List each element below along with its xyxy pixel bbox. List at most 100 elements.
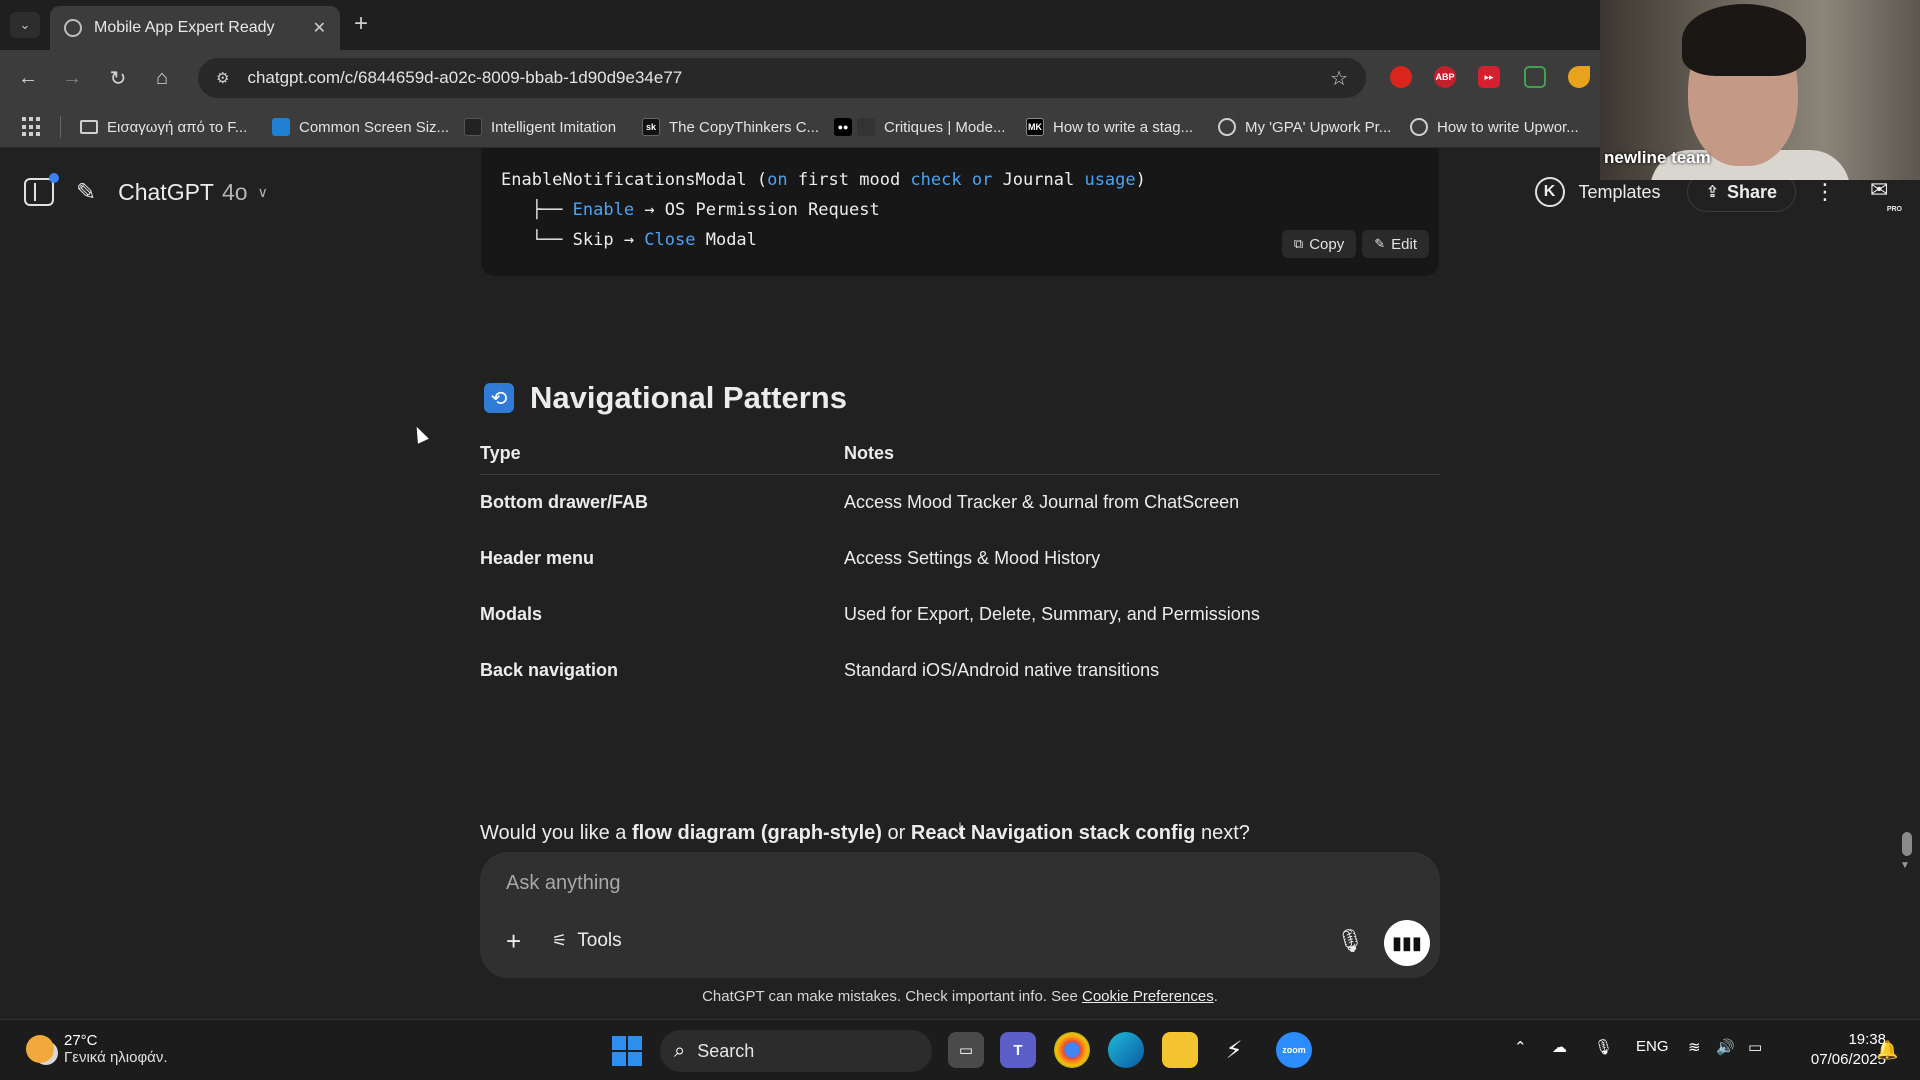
more-options-icon[interactable]: ⋮ (1814, 179, 1836, 205)
mk-icon: MK (1026, 118, 1044, 136)
edit-code-button[interactable]: ✎ Edit (1362, 230, 1429, 258)
weather-condition: Γενικά ηλιοφάν. (64, 1049, 168, 1066)
screenshot-extension-icon[interactable] (1524, 66, 1546, 88)
chrome-icon[interactable] (1054, 1032, 1090, 1068)
table-cell: Header menu (480, 547, 595, 568)
edit-label: Edit (1391, 235, 1417, 253)
mouse-cursor-icon (411, 424, 429, 444)
tools-label: Tools (577, 930, 622, 951)
scrollbar[interactable] (1902, 832, 1912, 856)
sidebar-toggle-icon[interactable] (24, 173, 59, 206)
bookmark-item[interactable]: How to write Upwor... (1410, 116, 1579, 138)
system-clock[interactable]: 19:38 07/06/2025 (1786, 1030, 1886, 1070)
copy-icon: ⧉ (1293, 236, 1304, 251)
bookmark-label: Critiques | Mode... (884, 118, 1006, 136)
pencil-icon: ✎ (1374, 236, 1386, 251)
assistant-followup-text: Would you like a flow diagram (graph-sty… (480, 822, 1250, 844)
task-view-icon[interactable]: ▭ (948, 1032, 984, 1068)
copy-code-button[interactable]: ⧉ Copy (1281, 230, 1357, 258)
mail-pro-icon[interactable]: ✉ PRO (1870, 177, 1902, 213)
reload-icon[interactable]: ↻ (104, 64, 132, 92)
table-row: Back navigation Standard iOS/Android nat… (480, 642, 1440, 698)
site-info-icon[interactable]: ⚙ (216, 69, 229, 87)
language-indicator[interactable]: ENG (1636, 1038, 1669, 1055)
tools-button[interactable]: ⚟ Tools (552, 930, 622, 952)
table-cell: Bottom drawer/FAB (480, 491, 649, 512)
lightning-app-icon[interactable]: ⚡ (1216, 1032, 1252, 1068)
bookmark-label: How to write a stag... (1053, 118, 1194, 136)
show-hidden-icons-icon[interactable]: ⌃ (1514, 1038, 1527, 1056)
back-arrow-icon[interactable]: ← (14, 64, 42, 92)
edge-icon[interactable] (1108, 1032, 1144, 1068)
microphone-tray-icon[interactable]: 🎙 (1594, 1038, 1613, 1056)
microphone-icon[interactable]: 🎙 (1336, 928, 1364, 954)
wifi-icon[interactable]: ≋ (1688, 1038, 1701, 1056)
scroll-to-bottom-arrow-icon[interactable]: ↓ (940, 808, 980, 848)
teams-icon[interactable]: T (1000, 1032, 1036, 1068)
windows-start-icon[interactable] (612, 1036, 642, 1066)
extension-video-icon[interactable]: ▸▸ (1478, 66, 1500, 88)
search-label: Search (697, 1040, 755, 1061)
model-selector[interactable]: ChatGPT 4o ∨ (118, 179, 268, 206)
zoom-icon[interactable]: zoom (1276, 1032, 1312, 1068)
chatgpt-page: EnableNotificationsModal (on first mood … (0, 148, 1920, 1019)
column-header: Type (480, 434, 844, 475)
cloud-sync-icon[interactable]: ☁ (1552, 1038, 1567, 1056)
new-chat-icon[interactable]: ✎ (76, 178, 96, 207)
bookmark-item[interactable]: My 'GPA' Upwork Pr... (1218, 116, 1391, 138)
bookmark-item[interactable]: Intelligent Imitation (464, 116, 616, 138)
navigation-patterns-table: Type Notes Bottom drawer/FAB Access Mood… (480, 434, 1440, 698)
bookmark-item[interactable]: sk The CopyThinkers C... (642, 116, 819, 138)
templates-button[interactable]: Templates (1579, 182, 1661, 203)
bookmark-label: My 'GPA' Upwork Pr... (1245, 118, 1392, 136)
site-icon (1410, 118, 1428, 136)
site-icon (1218, 118, 1236, 136)
apps-grid-icon[interactable] (22, 117, 42, 137)
bookmark-label: Εισαγωγή από το F... (107, 118, 248, 136)
cookie-preferences-link[interactable]: Cookie Preferences (1082, 988, 1214, 1005)
person-hair (1682, 4, 1806, 76)
address-bar[interactable]: ⚙ chatgpt.com/c/6844659d-a02c-8009-bbab-… (198, 58, 1366, 98)
taskbar-search[interactable]: ⌕ Search (660, 1030, 932, 1072)
folder-icon (80, 120, 98, 134)
bookmark-star-icon[interactable]: ☆ (1330, 66, 1348, 91)
bookmark-label: Common Screen Siz... (299, 118, 450, 136)
table-cell: Back navigation (480, 659, 619, 680)
k-extension-icon[interactable]: K (1534, 177, 1565, 207)
bookmark-item[interactable]: Εισαγωγή από το F... (80, 116, 247, 138)
scrollbar-down-arrow-icon[interactable]: ▼ (1900, 860, 1910, 871)
extension-red-icon[interactable] (1390, 66, 1412, 88)
notifications-icon[interactable]: 🔔 (1876, 1040, 1898, 1061)
share-label: Share (1726, 181, 1777, 202)
new-tab-button[interactable]: + (354, 12, 368, 36)
weather-widget[interactable]: 27°C Γενικά ηλιοφάν. (26, 1032, 168, 1066)
prompt-input[interactable] (506, 866, 1206, 900)
bookmark-label: The CopyThinkers C... (669, 118, 820, 136)
battery-icon[interactable]: ▭ (1748, 1038, 1762, 1056)
search-icon: ⌕ (674, 1039, 686, 1062)
date: 07/06/2025 (1810, 1051, 1886, 1068)
add-attachment-icon[interactable]: + (506, 928, 521, 954)
notification-dot (49, 173, 59, 183)
extension-orange-icon[interactable] (1568, 66, 1590, 88)
message-composer: + ⚟ Tools 🎙 ▮▮▮ (480, 852, 1440, 978)
table-row: Modals Used for Export, Delete, Summary,… (480, 586, 1440, 642)
tab-search-button[interactable]: ⌄ (10, 12, 40, 38)
voice-mode-icon[interactable]: ▮▮▮ (1384, 920, 1430, 966)
copy-label: Copy (1309, 235, 1345, 253)
forward-arrow-icon[interactable]: → (58, 64, 86, 92)
file-explorer-icon[interactable] (1162, 1032, 1198, 1068)
table-cell: Access Settings & Mood History (844, 547, 1101, 568)
browser-tab[interactable]: Mobile App Expert Ready ✕ (50, 6, 340, 50)
home-icon[interactable]: ⌂ (148, 64, 176, 92)
bookmark-item[interactable]: ●● Critiques | Mode... (834, 116, 1005, 138)
url-text[interactable]: chatgpt.com/c/6844659d-a02c-8009-bbab-1d… (247, 68, 1330, 88)
close-tab-icon[interactable]: ✕ (313, 18, 326, 38)
adblock-icon[interactable]: ABP (1434, 66, 1456, 88)
chatgpt-header-left: ✎ ChatGPT 4o ∨ (24, 172, 268, 212)
time: 19:38 (1848, 1031, 1886, 1048)
bookmark-item[interactable]: Common Screen Siz... (272, 116, 449, 138)
bookmark-item[interactable]: MK How to write a stag... (1026, 116, 1193, 138)
bookmarks-divider (60, 116, 61, 138)
volume-icon[interactable]: 🔊 (1716, 1038, 1735, 1056)
